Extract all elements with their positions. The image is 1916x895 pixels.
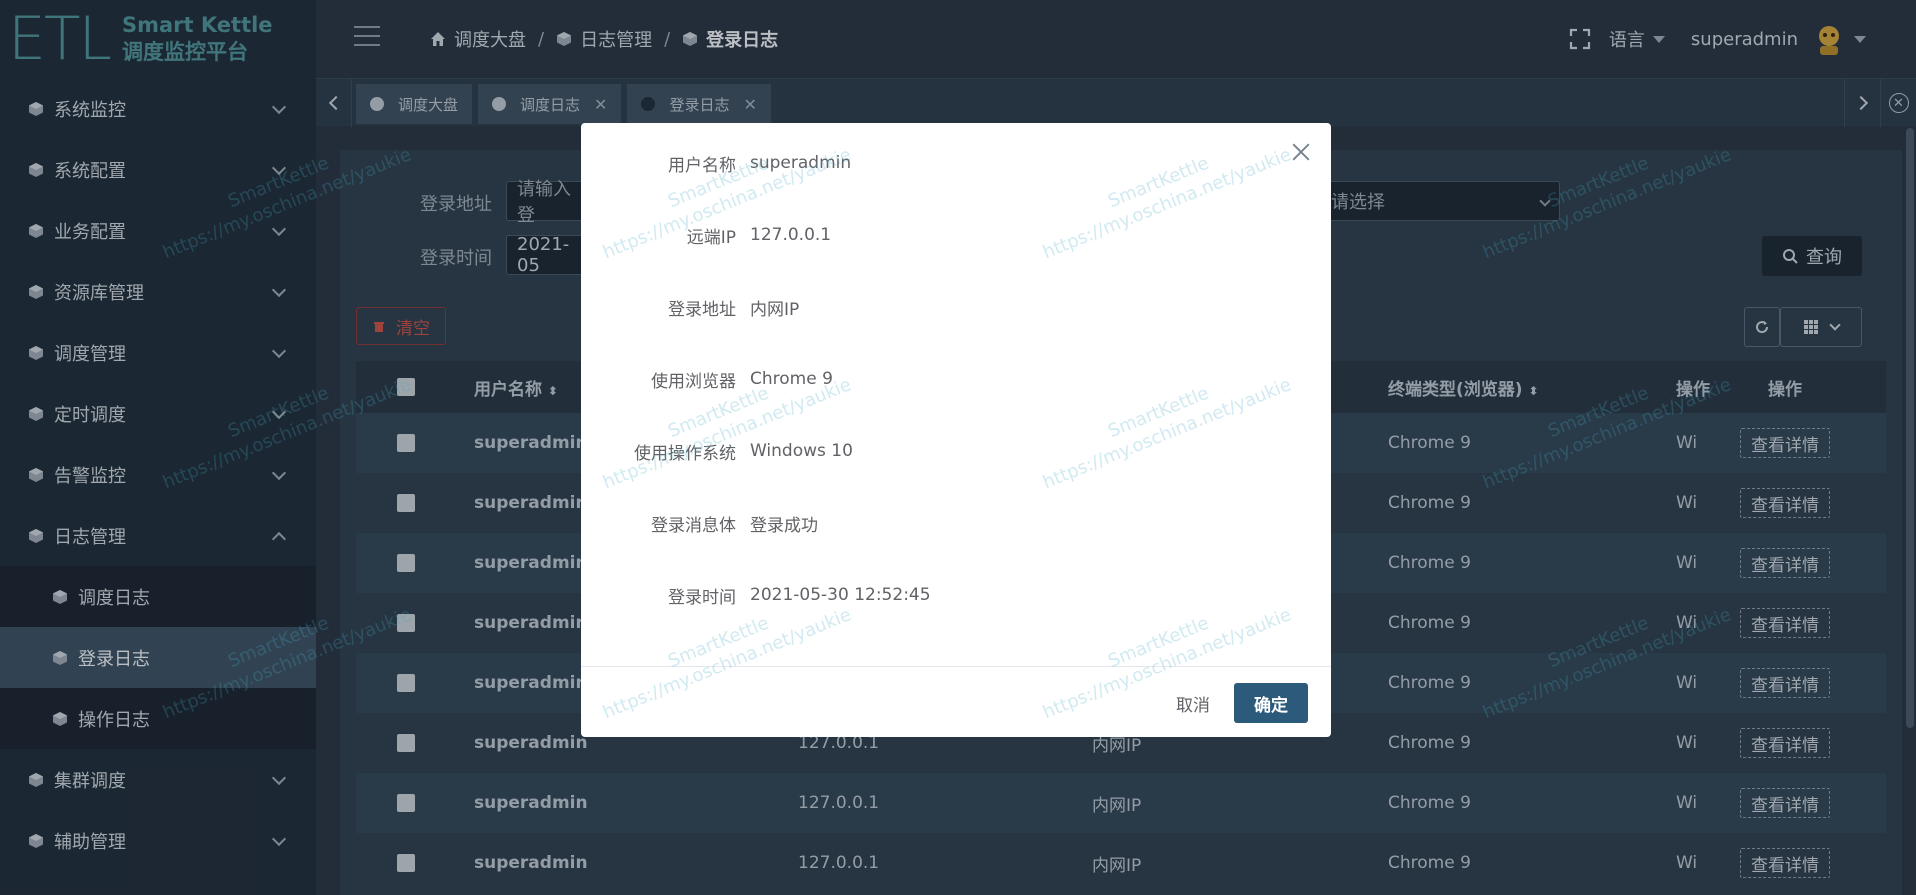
field-value: 2021-05-30 12:52:45 — [750, 585, 931, 605]
detail-field-remote-ip: 远端IP 127.0.0.1 — [581, 220, 1331, 250]
login-detail-dialog: 用户名称 superadmin 远端IP 127.0.0.1 登录地址 内网IP… — [581, 123, 1331, 737]
field-value: 登录成功 — [750, 515, 818, 536]
detail-field-os: 使用操作系统 Windows 10 — [581, 436, 1331, 466]
field-value: 127.0.0.1 — [750, 225, 832, 245]
detail-field-username: 用户名称 superadmin — [581, 148, 1331, 178]
field-label: 使用操作系统 — [634, 443, 736, 464]
field-value: superadmin — [750, 153, 852, 173]
confirm-button[interactable]: 确定 — [1234, 683, 1308, 723]
detail-field-login-time: 登录时间 2021-05-30 12:52:45 — [581, 580, 1331, 610]
dialog-divider — [581, 666, 1331, 667]
field-label: 使用浏览器 — [651, 371, 736, 392]
field-value: Chrome 9 — [750, 369, 833, 389]
field-label: 登录消息体 — [651, 515, 736, 536]
detail-field-browser: 使用浏览器 Chrome 9 — [581, 364, 1331, 394]
field-label: 远端IP — [686, 227, 736, 248]
field-value: Windows 10 — [750, 441, 853, 461]
field-label: 登录时间 — [668, 587, 736, 608]
cancel-button[interactable]: 取消 — [1163, 683, 1223, 723]
field-label: 登录地址 — [668, 299, 736, 320]
field-label: 用户名称 — [668, 155, 736, 176]
detail-field-login-address: 登录地址 内网IP — [581, 292, 1331, 322]
detail-field-message: 登录消息体 登录成功 — [581, 508, 1331, 538]
field-value: 内网IP — [750, 299, 800, 320]
